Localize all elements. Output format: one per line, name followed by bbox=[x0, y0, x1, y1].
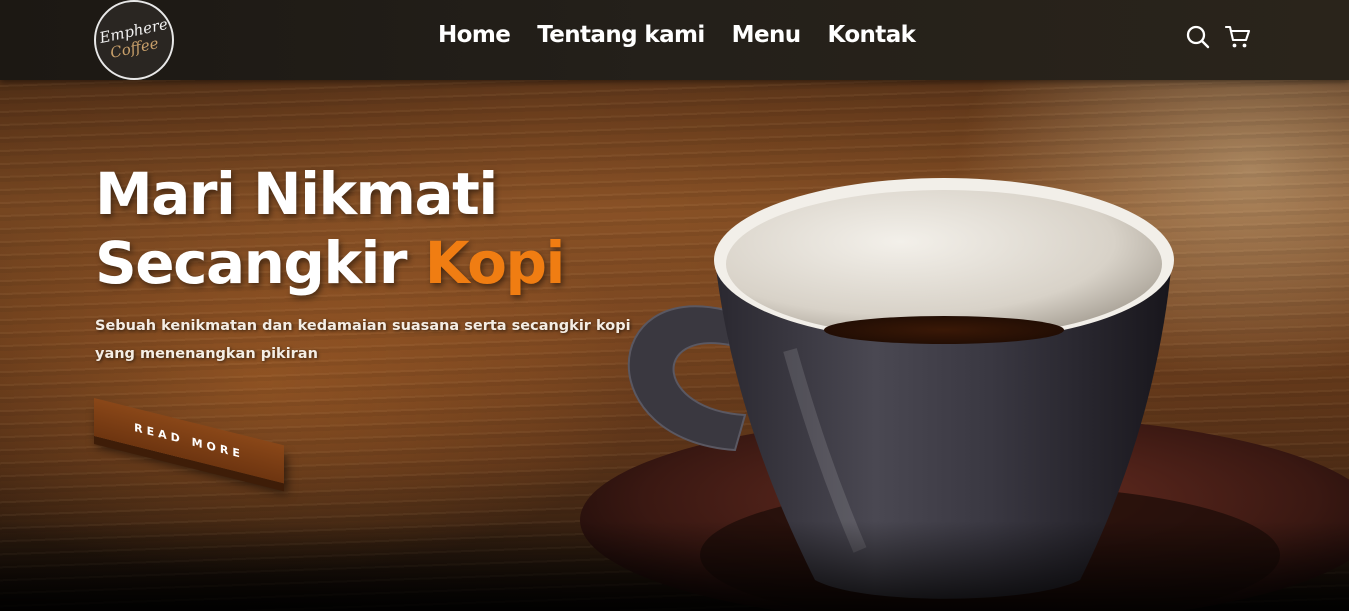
hero-title-line1: Mari Nikmati bbox=[95, 160, 498, 228]
hero-title-accent: Kopi bbox=[424, 229, 566, 297]
shopping-cart-icon[interactable] bbox=[1224, 24, 1251, 50]
nav-links: Home Tentang kami Menu Kontak bbox=[438, 20, 916, 50]
hero-title: Mari Nikmati Secangkir Kopi bbox=[95, 160, 655, 298]
brand-logo[interactable]: Emphere Coffee bbox=[94, 0, 174, 80]
hero-content: Mari Nikmati Secangkir Kopi Sebuah kenik… bbox=[95, 160, 655, 368]
nav-link-home[interactable]: Home bbox=[438, 20, 511, 50]
hero-subtitle: Sebuah kenikmatan dan kedamaian suasana … bbox=[95, 318, 631, 362]
nav-icons bbox=[1185, 24, 1251, 50]
search-icon[interactable] bbox=[1185, 24, 1211, 50]
nav-link-menu[interactable]: Menu bbox=[732, 20, 801, 50]
nav-link-tentang-kami[interactable]: Tentang kami bbox=[537, 20, 705, 50]
coffee-cup-image bbox=[580, 178, 1349, 611]
nav-link-kontak[interactable]: Kontak bbox=[828, 20, 916, 50]
navbar: Emphere Coffee Home Tentang kami Menu Ko… bbox=[0, 0, 1349, 80]
hero-title-line2: Secangkir bbox=[95, 229, 425, 297]
